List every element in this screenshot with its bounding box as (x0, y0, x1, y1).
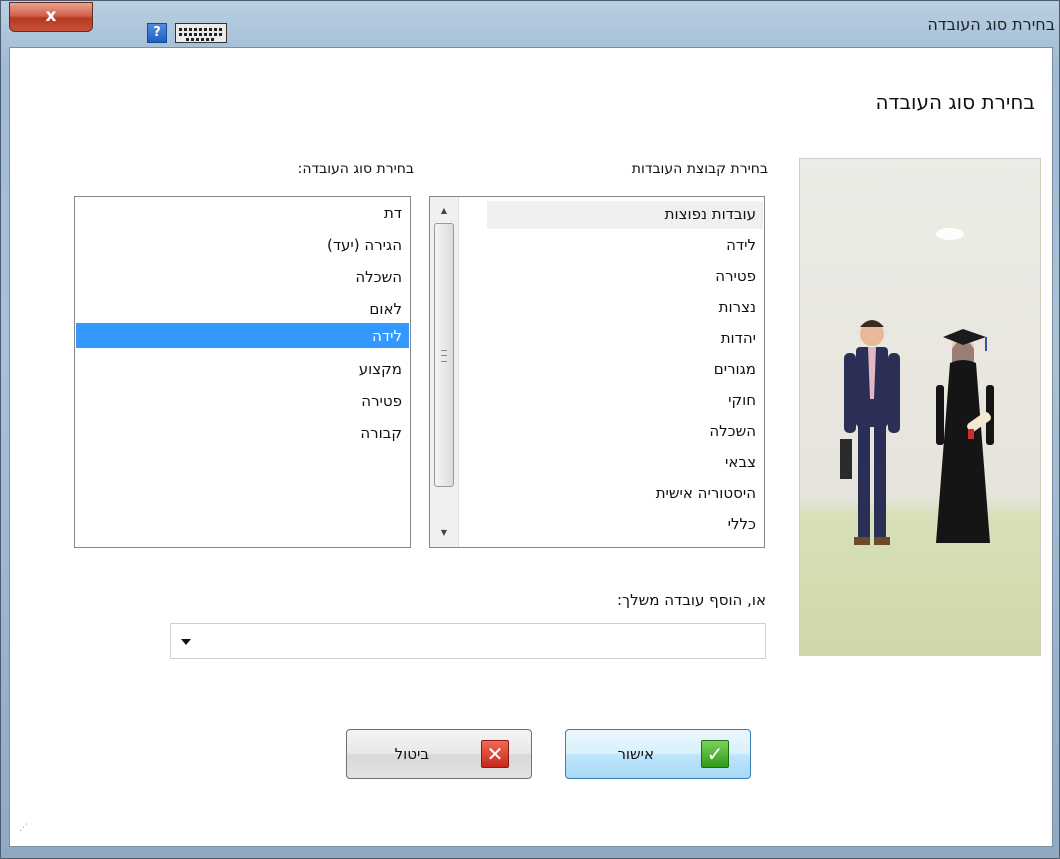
dialog-client-area: בחירת סוג העובדה בחירת קבוצת העובדות ▲ ▼… (9, 47, 1053, 847)
x-icon: ✕ (481, 740, 509, 768)
checkmark-icon: ✓ (701, 740, 729, 768)
group-item-residence[interactable]: מגורים (714, 360, 756, 378)
type-item-occupation[interactable]: מקצוע (359, 360, 402, 378)
type-item-nationality[interactable]: לאום (369, 300, 402, 318)
keyboard-icon-row (179, 33, 223, 36)
help-icon: ? (153, 25, 161, 40)
grip-icon (441, 350, 447, 362)
graduation-illustration (799, 158, 1041, 656)
chevron-down-icon[interactable] (181, 639, 191, 645)
help-button[interactable]: ? (147, 23, 167, 43)
keyboard-icon-row (186, 38, 216, 41)
group-item-personal-history[interactable]: היסטוריה אישית (656, 484, 756, 502)
types-listbox[interactable]: דת הגירה (יעד) השכלה לאום לידה מקצוע פטי… (74, 196, 411, 548)
group-item-judaism[interactable]: יהדות (721, 329, 756, 347)
keyboard-button[interactable] (175, 23, 227, 43)
type-item-death[interactable]: פטירה (361, 392, 402, 410)
group-item-common[interactable]: עובדות נפוצות (665, 205, 756, 223)
type-item-education[interactable]: השכלה (355, 268, 402, 286)
group-item-general[interactable]: כללי (728, 515, 756, 533)
type-item-birth[interactable]: לידה (372, 327, 402, 345)
ok-button[interactable]: ✓ אישור (565, 729, 751, 779)
window-title: בחירת סוג העובדה (927, 15, 1055, 34)
dialog-window: x ? בחירת סוג העובדה בחירת סוג העובדה בח… (0, 0, 1060, 859)
keyboard-icon (179, 28, 223, 31)
group-item-death[interactable]: פטירה (715, 267, 756, 285)
close-button[interactable]: x (9, 2, 93, 32)
group-item-education[interactable]: השכלה (709, 422, 756, 440)
scroll-thumb[interactable] (434, 223, 454, 487)
custom-fact-combobox[interactable] (170, 623, 766, 659)
group-item-christianity[interactable]: נצרות (719, 298, 756, 316)
type-item-burial[interactable]: קבורה (360, 424, 402, 442)
group-item-birth[interactable]: לידה (726, 236, 756, 254)
title-bar[interactable]: x ? בחירת סוג העובדה (1, 1, 1060, 47)
selected-row-highlight (76, 323, 409, 348)
type-item-emigration[interactable]: הגירה (יעד) (327, 236, 402, 254)
page-title: בחירת סוג העובדה (875, 90, 1035, 114)
type-item-religion[interactable]: דת (384, 204, 402, 222)
resize-grip-icon[interactable]: ⋰ (19, 823, 28, 833)
ok-button-label: אישור (617, 745, 654, 763)
scroll-down-icon[interactable]: ▼ (430, 523, 458, 543)
people-illustration-image (840, 228, 994, 545)
types-list-label: בחירת סוג העובדה: (297, 161, 414, 177)
custom-fact-label: או, הוסף עובדה משלך: (617, 591, 766, 609)
cancel-button-label: ביטול (394, 745, 429, 763)
groups-list-label: בחירת קבוצת העובדות (631, 161, 768, 177)
close-icon: x (45, 6, 57, 26)
cancel-button[interactable]: ✕ ביטול (346, 729, 532, 779)
scroll-up-icon[interactable]: ▲ (430, 201, 458, 221)
groups-listbox[interactable]: ▲ ▼ עובדות נפוצות לידה פטירה נצרות יהדות… (429, 196, 765, 548)
groups-scrollbar[interactable]: ▲ ▼ (430, 197, 459, 547)
group-item-legal[interactable]: חוקי (728, 391, 756, 409)
group-item-military[interactable]: צבאי (725, 453, 756, 471)
